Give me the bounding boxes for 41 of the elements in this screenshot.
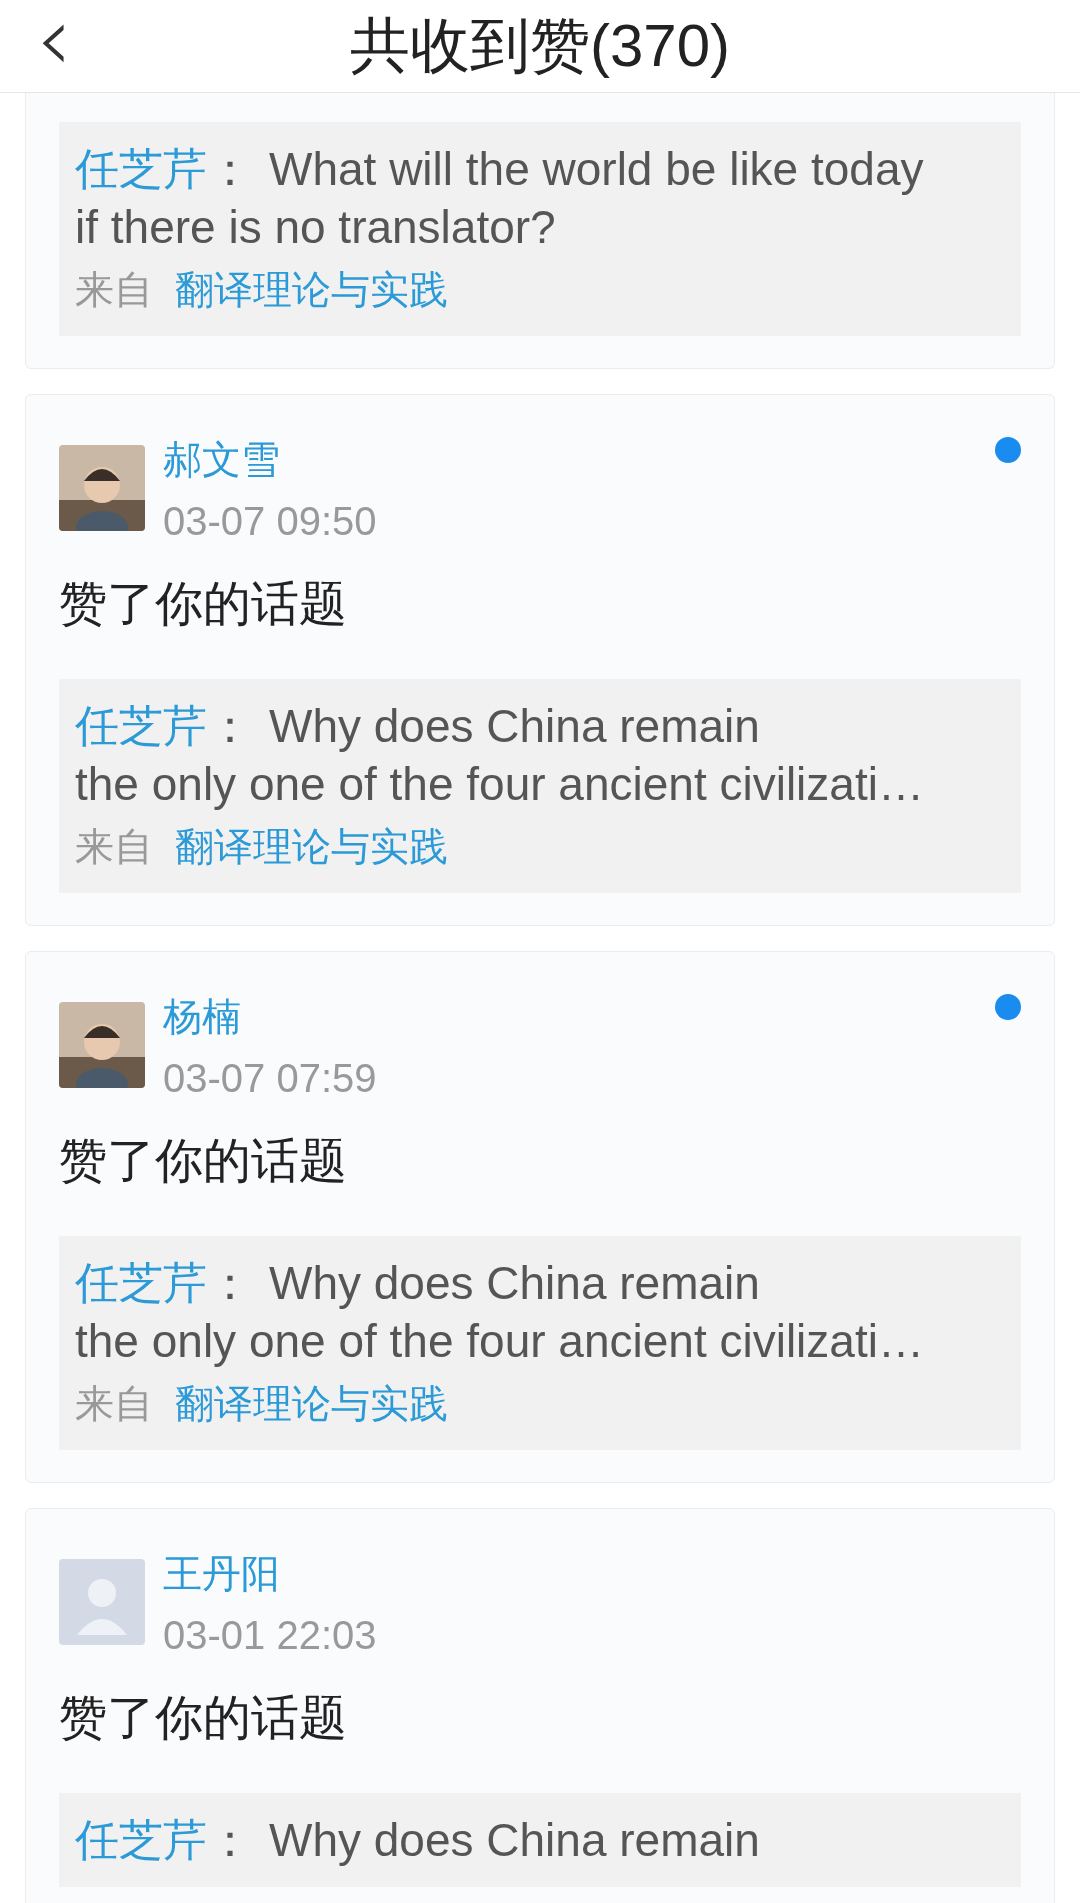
quoted-topic[interactable]: 任芝芹： Why does China remain the only one of the four ancient civilizati… 来自 翻译理论与实践 — [59, 1236, 1021, 1450]
user-name[interactable]: 郝文雪 — [163, 437, 377, 483]
avatar-placeholder-icon — [59, 1559, 145, 1645]
source-link[interactable]: 翻译理论与实践 — [175, 1376, 448, 1432]
source-label: 来自 — [75, 823, 153, 871]
quote-text: the only one of the four ancient civilizati… — [75, 1314, 924, 1369]
notification-card[interactable]: 任芝芹： What will the world be like today if there is no translator? 来自 翻译理论与实践 — [25, 93, 1055, 369]
source-label: 来自 — [75, 266, 153, 314]
timestamp: 03-07 09:50 — [163, 499, 377, 543]
separator-text: ： — [207, 1813, 253, 1868]
source-link[interactable]: 翻译理论与实践 — [175, 262, 448, 318]
source-link[interactable]: 翻译理论与实践 — [175, 819, 448, 875]
quote-author[interactable]: 任芝芹 — [75, 697, 207, 755]
user-name[interactable]: 杨楠 — [163, 994, 377, 1040]
quote-author[interactable]: 任芝芹 — [75, 1254, 207, 1312]
notification-card[interactable]: 王丹阳 03-01 22:03 赞了你的话题 任芝芹： Why does China remain — [25, 1508, 1055, 1903]
quote-text: the only one of the four ancient civilizati… — [75, 757, 924, 812]
quote-author[interactable]: 任芝芹 — [75, 140, 207, 198]
quoted-topic[interactable]: 任芝芹： Why does China remain — [59, 1793, 1021, 1887]
timestamp: 03-07 07:59 — [163, 1056, 377, 1100]
separator-text: ： — [207, 699, 253, 754]
separator-text: ： — [207, 142, 253, 197]
quote-text: if there is no translator? — [75, 200, 556, 255]
action-text: 赞了你的话题 — [59, 1131, 348, 1190]
quote-text: Why does China remain — [269, 1813, 760, 1868]
quote-author[interactable]: 任芝芹 — [75, 1811, 207, 1869]
action-text: 赞了你的话题 — [59, 1688, 348, 1747]
quote-text: What will the world be like today — [269, 142, 924, 197]
user-name[interactable]: 王丹阳 — [163, 1551, 377, 1597]
quote-text: Why does China remain — [269, 699, 760, 754]
quote-text: Why does China remain — [269, 1256, 760, 1311]
notification-card[interactable]: 郝文雪 03-07 09:50 赞了你的话题 任芝芹： Why does China remain the only one of the four ancient civilizati… 来自 翻译理论与实践 — [25, 394, 1055, 926]
page-title: 共收到赞(370) — [349, 10, 731, 81]
notification-card[interactable]: 杨楠 03-07 07:59 赞了你的话题 任芝芹： Why does China remain the only one of the four ancient civilizati… 来自 翻译理论与实践 — [25, 951, 1055, 1483]
quoted-topic[interactable]: 任芝芹： What will the world be like today if there is no translator? 来自 翻译理论与实践 — [59, 122, 1021, 336]
timestamp: 03-01 22:03 — [163, 1613, 377, 1657]
separator-text: ： — [207, 1256, 253, 1311]
source-label: 来自 — [75, 1380, 153, 1428]
action-text: 赞了你的话题 — [59, 574, 348, 633]
quoted-topic[interactable]: 任芝芹： Why does China remain the only one of the four ancient civilizati… 来自 翻译理论与实践 — [59, 679, 1021, 893]
back-button[interactable]: ‹ — [36, 4, 72, 74]
